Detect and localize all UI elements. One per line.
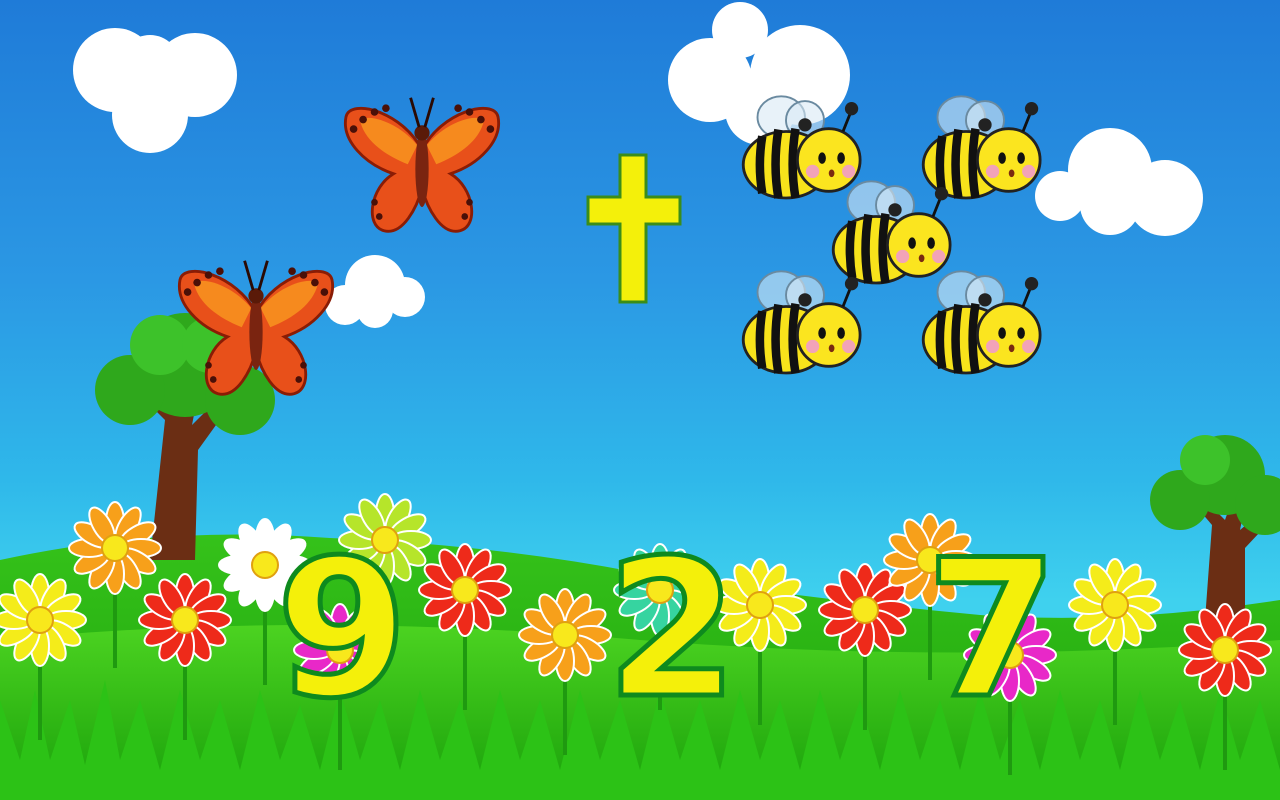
right-operand-group [743,96,1040,373]
bee-icon [743,271,860,373]
answer-option-label: 2 [603,519,740,740]
plus-icon [586,153,682,304]
answer-option-label: 9 [273,519,410,740]
answer-option-9[interactable]: 9 [272,519,412,740]
bee-icon [923,96,1040,198]
game-scene: 9 2 7 [0,0,1280,800]
butterfly-icon [343,96,501,233]
bee-icon [743,96,860,198]
answer-option-label: 7 [923,519,1060,740]
left-operand-group [177,96,501,396]
answer-option-7[interactable]: 7 [922,519,1062,740]
answer-option-2[interactable]: 2 [602,519,742,740]
bee-icon [833,181,950,283]
bee-icon [923,271,1040,373]
butterfly-icon [177,259,335,396]
